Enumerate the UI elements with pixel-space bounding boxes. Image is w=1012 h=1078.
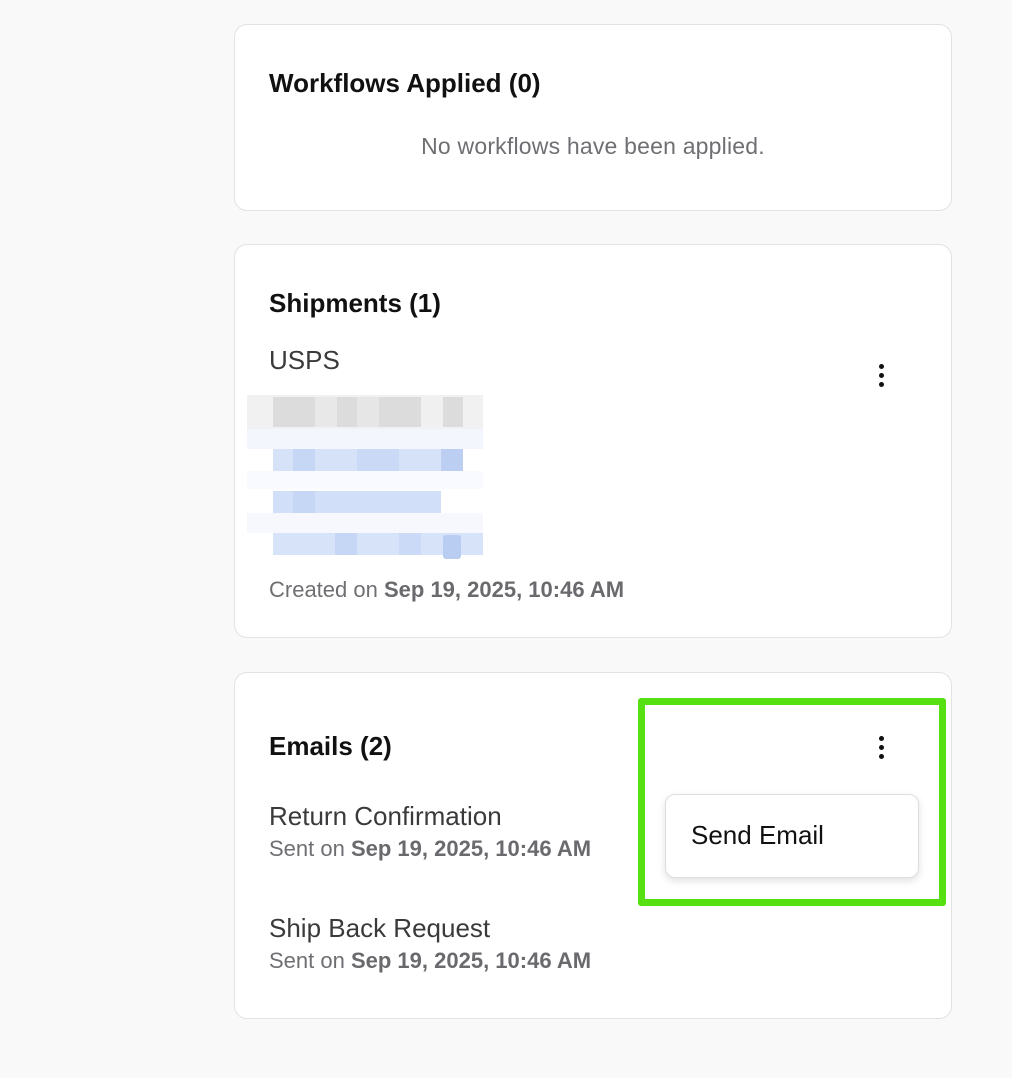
- emails-dropdown-menu: Send Email: [665, 794, 919, 878]
- shipment-created-date: Sep 19, 2025, 10:46 AM: [383, 577, 625, 602]
- email-subject: Ship Back Request: [269, 913, 491, 943]
- shipment-created-prefix: Created on: [269, 577, 378, 602]
- workflows-card: Workflows Applied (0) No workflows have …: [234, 24, 952, 211]
- emails-more-icon[interactable]: [871, 730, 891, 764]
- emails-title: Emails (2): [269, 731, 392, 761]
- shipments-card: Shipments (1) USPS Created on Sep 19, 20…: [234, 244, 952, 638]
- email-sent-date: Sep 19, 2025, 10:46 AM: [350, 836, 592, 861]
- shipment-more-icon[interactable]: [871, 358, 891, 392]
- email-subject: Return Confirmation: [269, 801, 502, 831]
- workflows-empty-message: No workflows have been applied.: [421, 133, 765, 159]
- email-sent-date: Sep 19, 2025, 10:46 AM: [350, 948, 592, 973]
- redacted-tracking-info: [247, 395, 483, 559]
- email-list-item[interactable]: Return Confirmation Sent on Sep 19, 2025…: [269, 801, 591, 862]
- shipments-title: Shipments (1): [269, 288, 441, 318]
- email-sent-prefix: Sent on: [269, 948, 345, 973]
- email-list-item[interactable]: Ship Back Request Sent on Sep 19, 2025, …: [269, 913, 591, 974]
- workflows-title: Workflows Applied (0): [269, 68, 541, 98]
- email-sent-on: Sent on Sep 19, 2025, 10:46 AM: [269, 948, 591, 974]
- shipment-created-on: Created on Sep 19, 2025, 10:46 AM: [269, 577, 624, 603]
- email-sent-prefix: Sent on: [269, 836, 345, 861]
- email-sent-on: Sent on Sep 19, 2025, 10:46 AM: [269, 836, 591, 862]
- send-email-menu-item[interactable]: Send Email: [691, 820, 824, 851]
- shipment-carrier: USPS: [269, 345, 340, 375]
